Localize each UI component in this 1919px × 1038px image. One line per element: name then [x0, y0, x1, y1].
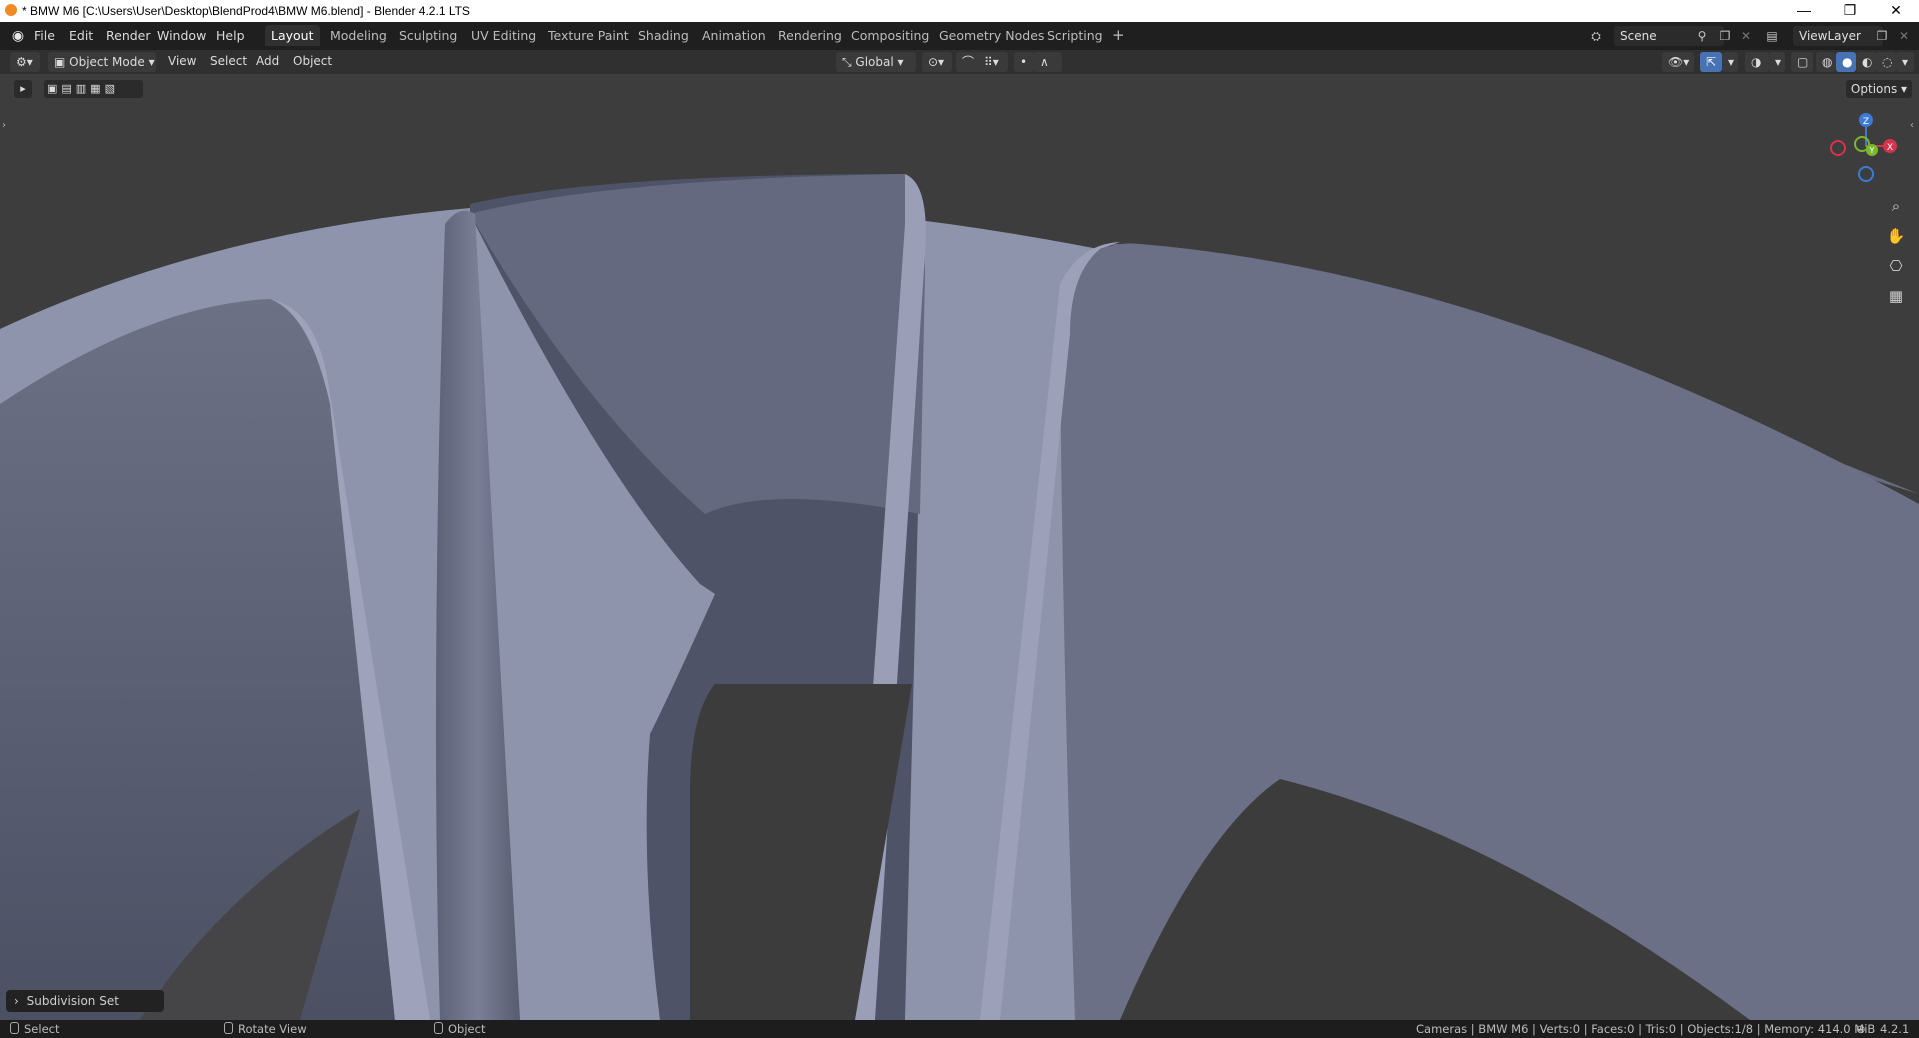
chevron-right-icon: ›: [14, 994, 19, 1008]
menu-edit[interactable]: Edit: [69, 28, 93, 43]
falloff-dropdown[interactable]: ∧: [1034, 52, 1062, 72]
redo-panel[interactable]: › Subdivision Set: [6, 990, 164, 1012]
menu-add[interactable]: Add: [256, 54, 279, 68]
viewport-header: ⚙▾ ▣ Object Mode ▾ View Select Add Objec…: [0, 50, 1919, 74]
shading-dropdown[interactable]: ▾: [1896, 52, 1914, 72]
visibility-dropdown[interactable]: 👁▾: [1662, 52, 1694, 72]
hand-icon[interactable]: ✋: [1884, 224, 1908, 248]
gizmo-z-label: Z: [1863, 117, 1869, 127]
menu-select[interactable]: Select: [210, 54, 247, 68]
tab-compositing[interactable]: Compositing: [845, 25, 935, 46]
gizmo-dropdown[interactable]: ▾: [1722, 52, 1738, 72]
maximize-button[interactable]: ❐: [1827, 0, 1873, 22]
add-workspace-button[interactable]: +: [1106, 25, 1131, 46]
wireframe-shading-icon[interactable]: ◍: [1816, 52, 1836, 72]
pivot-point-dropdown[interactable]: ⊙▾: [922, 52, 952, 72]
tab-animation[interactable]: Animation: [696, 25, 772, 46]
mouse-right-icon: [434, 1022, 443, 1034]
window-title: * BMW M6 [C:\Users\User\Desktop\BlendPro…: [22, 4, 470, 18]
material-shading-icon[interactable]: ◐: [1856, 52, 1876, 72]
new-view-layer-icon[interactable]: ❐: [1872, 26, 1892, 46]
select-mode-icons[interactable]: ▣▤▥▦▧: [44, 80, 143, 98]
tab-texture-paint[interactable]: Texture Paint: [542, 25, 635, 46]
status-stats: Cameras | BMW M6 | Verts:0 | Faces:0 | T…: [1416, 1022, 1876, 1036]
tab-uv-editing[interactable]: UV Editing: [465, 25, 542, 46]
status-select: Select: [10, 1022, 59, 1036]
menu-object[interactable]: Object: [293, 54, 332, 68]
menu-view[interactable]: View: [168, 54, 196, 68]
tab-shading[interactable]: Shading: [632, 25, 695, 46]
editor-type-icon[interactable]: ⚙▾: [10, 52, 40, 72]
options-label: Options: [1850, 82, 1898, 96]
solid-shading-icon[interactable]: ●: [1836, 52, 1856, 72]
blender-app-icon: [5, 4, 17, 16]
pin-icon[interactable]: ⚲: [1692, 26, 1712, 46]
status-object: Object: [434, 1022, 485, 1036]
options-dropdown[interactable]: Options ▾: [1846, 80, 1912, 98]
mode-dropdown[interactable]: ▣ Object Mode ▾: [48, 52, 156, 72]
mouse-left-icon: [10, 1022, 19, 1034]
rendered-shading-icon[interactable]: ◌: [1876, 52, 1896, 72]
camera-icon[interactable]: ⎔: [1884, 254, 1908, 278]
navigation-gizmo[interactable]: Z X Y: [1820, 110, 1910, 186]
3d-viewport[interactable]: ▸ ▣▤▥▦▧ Options ▾ Z X Y ⌕ ✋ ⎔ ▦ › ‹: [0, 74, 1919, 1020]
redo-panel-label: Subdivision Set: [26, 994, 119, 1008]
object-mode-icon: ▣: [54, 55, 70, 69]
zoom-icon[interactable]: ⌕: [1884, 194, 1908, 218]
tab-sculpting[interactable]: Sculpting: [393, 25, 463, 46]
gizmo-x-label: X: [1887, 143, 1893, 153]
blender-logo-icon[interactable]: ◉: [8, 26, 28, 46]
view-layer-selector-icon[interactable]: ▤: [1762, 26, 1782, 46]
network-icon: ⊕: [1856, 1022, 1866, 1036]
gizmo-toggle-icon[interactable]: ⇱: [1700, 52, 1722, 72]
delete-view-layer-icon[interactable]: ✕: [1894, 26, 1914, 46]
grid-icon[interactable]: ▦: [1884, 284, 1908, 308]
sidebar-expand-icon[interactable]: ‹: [1910, 120, 1914, 131]
select-tool-icon[interactable]: ▸: [14, 80, 32, 98]
gizmo-y-label: Y: [1869, 146, 1875, 155]
close-button[interactable]: ✕: [1873, 0, 1919, 22]
orientation-icon: ⤡: [842, 55, 856, 69]
delete-scene-icon[interactable]: ✕: [1736, 26, 1756, 46]
top-bar: ◉ File Edit Render Window Help Layout Mo…: [0, 22, 1919, 50]
overlays-toggle-icon[interactable]: ◑: [1745, 52, 1769, 72]
status-version: 4.2.1: [1880, 1022, 1910, 1036]
overlays-dropdown[interactable]: ▾: [1769, 52, 1785, 72]
menu-help[interactable]: Help: [216, 28, 245, 43]
minimize-button[interactable]: —: [1781, 0, 1827, 22]
tab-geometry-nodes[interactable]: Geometry Nodes: [933, 25, 1050, 46]
tab-modeling[interactable]: Modeling: [324, 25, 393, 46]
scene-selector-icon[interactable]: ⛭: [1586, 26, 1606, 46]
status-bar: Select Rotate View Object Cameras | BMW …: [0, 1020, 1919, 1038]
orientation-label: Global: [855, 55, 894, 69]
tab-scripting[interactable]: Scripting: [1041, 25, 1109, 46]
snap-toggle-icon[interactable]: ⌒: [956, 52, 980, 72]
mode-label: Object Mode: [69, 55, 145, 69]
menu-render[interactable]: Render: [106, 28, 151, 43]
status-rotate: Rotate View: [224, 1022, 307, 1036]
xray-toggle-icon[interactable]: ▢: [1791, 52, 1813, 72]
view-layer-name-field[interactable]: ViewLayer: [1793, 26, 1883, 46]
mouse-middle-icon: [224, 1022, 233, 1034]
tab-rendering[interactable]: Rendering: [772, 25, 848, 46]
menu-window[interactable]: Window: [157, 28, 206, 43]
window-title-bar: * BMW M6 [C:\Users\User\Desktop\BlendPro…: [0, 0, 1919, 22]
transform-orientation-dropdown[interactable]: ⤡ Global ▾: [836, 52, 916, 72]
proportional-edit-icon[interactable]: •: [1014, 52, 1034, 72]
viewport-scene: [0, 74, 1919, 1020]
toolbar-expand-icon[interactable]: ›: [2, 120, 6, 131]
new-scene-icon[interactable]: ❐: [1715, 26, 1735, 46]
snap-target-dropdown[interactable]: ⠿▾: [978, 52, 1008, 72]
tab-layout[interactable]: Layout: [265, 25, 320, 46]
menu-file[interactable]: File: [34, 28, 55, 43]
